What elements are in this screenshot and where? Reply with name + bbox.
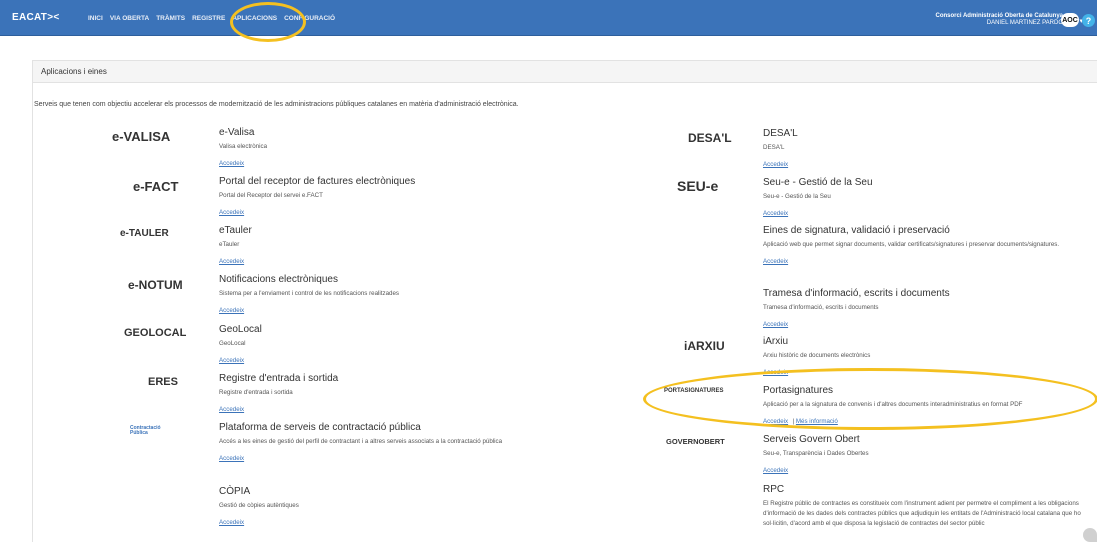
panel-intro: Serveis que tenen com objectiu accelerar… bbox=[34, 101, 519, 108]
desal-logo: DESA'L bbox=[688, 131, 732, 145]
app-title: Seu-e - Gestió de la Seu bbox=[763, 177, 873, 188]
governobert-logo: GOVERNOBERT bbox=[666, 437, 725, 446]
access-link[interactable]: Accedeix bbox=[763, 418, 788, 425]
efact-logo: e-FACT bbox=[133, 179, 179, 194]
app-seue: Seu-e - Gestió de la Seu Seu-e - Gestió … bbox=[763, 177, 1097, 220]
app-contractacio: Plataforma de serveis de contractació pú… bbox=[219, 422, 559, 465]
main-nav: INICI VIA OBERTA TRÀMITS REGISTRE APLICA… bbox=[88, 15, 342, 22]
nav-registre[interactable]: REGISTRE bbox=[192, 15, 225, 22]
geolocal-logo: GEOLOCAL bbox=[124, 327, 187, 339]
more-info-link[interactable]: Més informació bbox=[796, 418, 838, 425]
contractacio-publica-logo: Contractació Pública bbox=[130, 425, 161, 436]
access-link[interactable]: Accedeix bbox=[763, 258, 788, 265]
app-description: Gestió de còpies autèntiques bbox=[219, 502, 299, 509]
access-link[interactable]: Accedeix bbox=[219, 455, 244, 462]
app-title: CÒPIA bbox=[219, 486, 251, 497]
evalisa-logo: e-VALISA bbox=[112, 129, 171, 144]
nav-tramits[interactable]: TRÀMITS bbox=[156, 15, 185, 22]
nav-via-oberta[interactable]: VIA OBERTA bbox=[110, 15, 149, 22]
access-link[interactable]: Accedeix bbox=[219, 258, 244, 265]
access-link[interactable]: Accedeix bbox=[763, 369, 788, 376]
app-title: iArxiu bbox=[763, 336, 789, 347]
app-description: El Registre públic de contractes es cons… bbox=[763, 500, 1081, 527]
app-description: Registre d'entrada i sortida bbox=[219, 389, 293, 396]
seue-logo: SEU-e bbox=[677, 178, 719, 194]
access-link[interactable]: Accedeix bbox=[763, 321, 788, 328]
app-enotum: Notificacions electròniques Sistema per … bbox=[219, 274, 559, 317]
app-title: Registre d'entrada i sortida bbox=[219, 373, 339, 384]
user-name: DANIEL MARTINEZ PARDO bbox=[986, 20, 1063, 26]
app-description: Seu-e - Gestió de la Seu bbox=[763, 193, 831, 200]
app-etauler: eTauler eTauler Accedeix bbox=[219, 225, 559, 268]
eres-logo: ERES bbox=[148, 376, 178, 388]
app-title: Serveis Govern Obert bbox=[763, 434, 860, 445]
app-portasignatures: Portasignatures Aplicació per a la signa… bbox=[763, 385, 1093, 428]
aoc-avatar[interactable]: AOC bbox=[1061, 13, 1079, 27]
app-title: DESA'L bbox=[763, 128, 798, 139]
nav-inici[interactable]: INICI bbox=[88, 15, 103, 22]
help-icon[interactable]: ? bbox=[1082, 14, 1095, 27]
etauler-logo: e-TAULER bbox=[120, 228, 169, 239]
access-link[interactable]: Accedeix bbox=[219, 160, 244, 167]
app-description: Aplicació per a la signatura de convenis… bbox=[763, 401, 1023, 408]
chat-icon[interactable] bbox=[1083, 528, 1097, 542]
iarxiu-logo: iARXIU bbox=[684, 339, 725, 353]
access-link[interactable]: Accedeix bbox=[219, 519, 244, 526]
app-description: Accés a les eines de gestió del perfil d… bbox=[219, 438, 503, 445]
app-title: e-Valisa bbox=[219, 127, 255, 138]
access-link[interactable]: Accedeix bbox=[763, 210, 788, 217]
app-title: eTauler bbox=[219, 225, 252, 236]
access-link[interactable]: Accedeix bbox=[219, 307, 244, 314]
app-description: Sistema per a l'enviament i control de l… bbox=[219, 290, 400, 297]
portasignatures-logo: PORTASIGNATURES bbox=[664, 388, 724, 394]
app-iarxiu: iArxiu Arxiu històric de documents elect… bbox=[763, 336, 1097, 379]
app-evalisa: e-Valisa Valisa electrònica Accedeix bbox=[219, 127, 559, 170]
app-copia: CÒPIA Gestió de còpies autèntiques Acced… bbox=[219, 486, 559, 529]
top-navigation-bar: EACAT>< INICI VIA OBERTA TRÀMITS REGISTR… bbox=[0, 0, 1097, 36]
enotum-logo: e-NOTUM bbox=[128, 278, 183, 292]
app-eres: Registre d'entrada i sortida Registre d'… bbox=[219, 373, 559, 416]
app-description: GeoLocal bbox=[219, 340, 246, 347]
nav-configuracio[interactable]: CONFIGURACIÓ bbox=[284, 15, 335, 22]
app-title: Tramesa d'informació, escrits i document… bbox=[763, 288, 950, 299]
app-description: Portal del Receptor del servei e.FACT bbox=[219, 192, 323, 199]
access-link[interactable]: Accedeix bbox=[763, 161, 788, 168]
app-desal: DESA'L DESA'L Accedeix bbox=[763, 128, 1097, 171]
app-eines-signatura: Eines de signatura, validació i preserva… bbox=[763, 225, 1097, 268]
app-title: RPC bbox=[763, 484, 785, 495]
app-title: Portasignatures bbox=[763, 385, 834, 396]
app-description: Arxiu històric de documents electrònics bbox=[763, 352, 871, 359]
user-info[interactable]: Consorci Administració Oberta de Catalun… bbox=[936, 13, 1063, 27]
app-title: Eines de signatura, validació i preserva… bbox=[763, 225, 950, 236]
app-description: Aplicació web que permet signar document… bbox=[763, 241, 1060, 248]
app-description: DESA'L bbox=[763, 144, 785, 151]
eacat-logo[interactable]: EACAT>< bbox=[12, 12, 59, 23]
app-efact: Portal del receptor de factures electròn… bbox=[219, 176, 559, 219]
panel-title: Aplicacions i eines bbox=[33, 61, 1097, 83]
app-tramesa: Tramesa d'informació, escrits i document… bbox=[763, 288, 1097, 331]
app-title: Plataforma de serveis de contractació pú… bbox=[219, 422, 421, 433]
app-description: Valisa electrònica bbox=[219, 143, 268, 150]
access-link[interactable]: Accedeix bbox=[219, 209, 244, 216]
access-link[interactable]: Accedeix bbox=[219, 357, 244, 364]
app-title: Notificacions electròniques bbox=[219, 274, 338, 285]
organization-name: Consorci Administració Oberta de Catalun… bbox=[935, 13, 1063, 19]
nav-aplicacions[interactable]: APLICACIONS bbox=[232, 15, 277, 22]
access-link[interactable]: Accedeix bbox=[763, 467, 788, 474]
app-geolocal: GeoLocal GeoLocal Accedeix bbox=[219, 324, 559, 367]
app-title: GeoLocal bbox=[219, 324, 262, 335]
app-rpc: RPC El Registre públic de contractes es … bbox=[763, 484, 1083, 529]
access-link[interactable]: Accedeix bbox=[219, 406, 244, 413]
app-govern-obert: Serveis Govern Obert Seu-e, Transparènci… bbox=[763, 434, 1097, 477]
app-description: eTauler bbox=[219, 241, 240, 248]
app-description: Tramesa d'informació, escrits i document… bbox=[763, 304, 879, 311]
app-description: Seu-e, Transparència i Dades Obertes bbox=[763, 450, 869, 457]
app-title: Portal del receptor de factures electròn… bbox=[219, 176, 416, 187]
